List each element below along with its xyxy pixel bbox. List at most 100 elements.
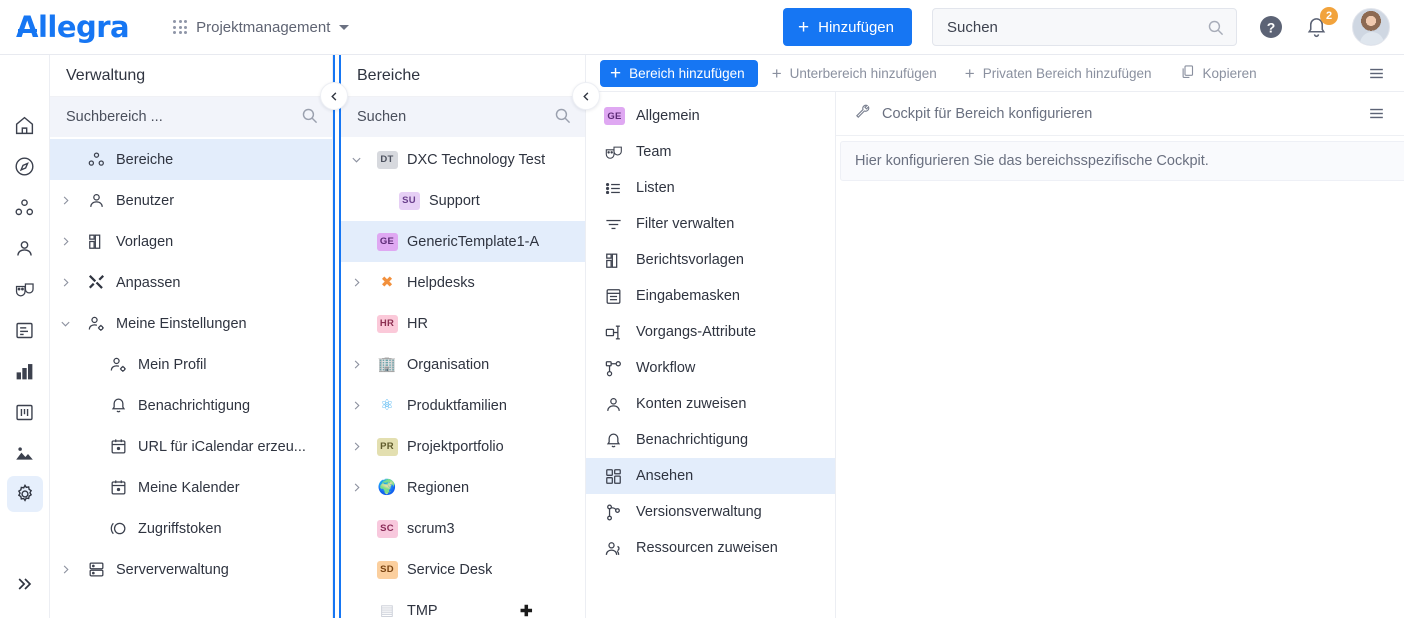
- admin-panel: Verwaltung Suchbereich ... Bereiche Benu…: [50, 55, 333, 618]
- area-emoji-icon: ✖: [371, 275, 403, 290]
- app-switcher[interactable]: Projektmanagement: [173, 19, 349, 36]
- area-item-generictemplate1-a[interactable]: GE GenericTemplate1-A: [341, 221, 585, 262]
- rail-item-home[interactable]: [7, 107, 43, 143]
- admin-search[interactable]: Suchbereich ...: [50, 97, 332, 137]
- chevron-right-icon[interactable]: [50, 195, 80, 206]
- rail-item-board[interactable]: [7, 394, 43, 430]
- admin-tree-item-benachrichtigung[interactable]: Benachrichtigung: [50, 385, 332, 426]
- rail-item-reports[interactable]: [7, 353, 43, 389]
- plus-icon: +: [798, 18, 809, 37]
- area-menu-item-label: Filter verwalten: [636, 216, 734, 232]
- area-menu-item-workflow[interactable]: Workflow: [586, 350, 835, 386]
- admin-tree-item-meine-einstellungen[interactable]: Meine Einstellungen: [50, 303, 332, 344]
- rail-item-users[interactable]: [7, 230, 43, 266]
- copy-button[interactable]: Kopieren: [1166, 60, 1271, 87]
- rail-item-areas[interactable]: [7, 189, 43, 225]
- add-area-button[interactable]: + Bereich hinzufügen: [600, 60, 758, 87]
- chevron-right-icon[interactable]: [50, 277, 80, 288]
- calendar-icon: [102, 437, 134, 456]
- area-item-label: scrum3: [407, 521, 455, 537]
- chevron-right-icon[interactable]: [50, 564, 80, 575]
- chevron-right-icon[interactable]: [341, 359, 371, 370]
- chevron-right-icon[interactable]: [50, 236, 80, 247]
- admin-tree-item-meine-kalender[interactable]: Meine Kalender: [50, 467, 332, 508]
- area-item-service-desk[interactable]: SD Service Desk: [341, 549, 585, 590]
- icon-rail: [0, 55, 50, 618]
- person-icon: [80, 191, 112, 210]
- add-subarea-button[interactable]: + Unterbereich hinzufügen: [758, 60, 951, 87]
- admin-tree-item-vorlagen[interactable]: Vorlagen: [50, 221, 332, 262]
- area-item-hr[interactable]: HR HR: [341, 303, 585, 344]
- area-item-regionen[interactable]: 🌍 Regionen: [341, 467, 585, 508]
- add-private-area-button[interactable]: + Privaten Bereich hinzufügen: [951, 60, 1166, 87]
- add-button[interactable]: + Hinzufügen: [783, 8, 912, 46]
- area-menu-item-filter-verwalten[interactable]: Filter verwalten: [586, 206, 835, 242]
- rail-item-settings[interactable]: [7, 476, 43, 512]
- area-menu-item-berichtsvorlagen[interactable]: Berichtsvorlagen: [586, 242, 835, 278]
- admin-tree-item-anpassen[interactable]: Anpassen: [50, 262, 332, 303]
- area-menu-item-vorgangs-attribute[interactable]: Vorgangs-Attribute: [586, 314, 835, 350]
- rail-expand-button[interactable]: [7, 566, 43, 602]
- admin-tree-item-benutzer[interactable]: Benutzer: [50, 180, 332, 221]
- admin-tree-item-zugriffstoken[interactable]: Zugriffstoken: [50, 508, 332, 549]
- collapse-areas-panel-button[interactable]: [572, 82, 600, 110]
- area-item-tmp[interactable]: ▤ TMP: [341, 590, 585, 618]
- chevron-right-icon[interactable]: [341, 482, 371, 493]
- notifications-button[interactable]: 2: [1305, 16, 1328, 39]
- area-menu-item-eingabemasken[interactable]: Eingabemasken: [586, 278, 835, 314]
- area-item-produktfamilien[interactable]: ⚛ Produktfamilien: [341, 385, 585, 426]
- areas-search[interactable]: Suchen: [341, 97, 585, 137]
- bell-icon: [604, 431, 636, 450]
- help-button[interactable]: ?: [1259, 15, 1283, 39]
- admin-tree: Bereiche Benutzer Vorlagen Anpassen Mein…: [50, 137, 332, 590]
- area-menu-item-allgemein[interactable]: GE Allgemein: [586, 98, 835, 134]
- rail-item-documents[interactable]: [7, 312, 43, 348]
- area-item-helpdesks[interactable]: ✖ Helpdesks: [341, 262, 585, 303]
- admin-tree-item-mein-profil[interactable]: Mein Profil: [50, 344, 332, 385]
- area-menu-item-label: Benachrichtigung: [636, 432, 748, 448]
- search-input[interactable]: [932, 8, 1237, 46]
- collapse-admin-panel-button[interactable]: [320, 82, 348, 110]
- search-icon[interactable]: [554, 107, 571, 128]
- area-menu-item-label: Allgemein: [636, 108, 700, 124]
- admin-tree-item-label: Benutzer: [116, 193, 174, 209]
- area-item-organisation[interactable]: 🏢 Organisation: [341, 344, 585, 385]
- user-gear-icon: [102, 355, 134, 374]
- area-menu-item-listen[interactable]: Listen: [586, 170, 835, 206]
- areas-search-placeholder: Suchen: [357, 109, 554, 125]
- area-menu-item-ressourcen-zuweisen[interactable]: Ressourcen zuweisen: [586, 530, 835, 566]
- tools-icon: [80, 273, 112, 292]
- panel-splitter-1[interactable]: [333, 55, 341, 618]
- avatar[interactable]: [1352, 8, 1390, 46]
- chevron-right-icon[interactable]: [341, 400, 371, 411]
- admin-tree-item-url-f-r-icalendar-erzeu[interactable]: URL für iCalendar erzeu...: [50, 426, 332, 467]
- chevron-right-icon[interactable]: [341, 277, 371, 288]
- filter-icon: [604, 215, 636, 234]
- area-item-label: Regionen: [407, 480, 469, 496]
- content-menu-button[interactable]: [1367, 104, 1386, 123]
- area-item-projektportfolio[interactable]: PR Projektportfolio: [341, 426, 585, 467]
- plus-icon: +: [610, 64, 621, 83]
- toolbar-menu-button[interactable]: [1367, 64, 1386, 83]
- area-menu-item-label: Team: [636, 144, 671, 160]
- rail-item-team[interactable]: [7, 271, 43, 307]
- area-menu-item-ansehen[interactable]: Ansehen: [586, 458, 835, 494]
- area-menu-item-benachrichtigung[interactable]: Benachrichtigung: [586, 422, 835, 458]
- area-item-support[interactable]: SU Support: [341, 180, 585, 221]
- chevron-down-icon[interactable]: [341, 154, 371, 165]
- chevron-down-icon[interactable]: [50, 318, 80, 329]
- area-menu-item-konten-zuweisen[interactable]: Konten zuweisen: [586, 386, 835, 422]
- search-icon[interactable]: [1207, 19, 1224, 41]
- admin-tree-item-serververwaltung[interactable]: Serververwaltung: [50, 549, 332, 590]
- area-item-dxc-technology-test[interactable]: DT DXC Technology Test: [341, 139, 585, 180]
- search-icon[interactable]: [301, 107, 318, 128]
- admin-tree-item-bereiche[interactable]: Bereiche: [50, 139, 332, 180]
- rail-item-gallery[interactable]: [7, 435, 43, 471]
- area-menu-item-team[interactable]: Team: [586, 134, 835, 170]
- area-menu-item-versionsverwaltung[interactable]: Versionsverwaltung: [586, 494, 835, 530]
- area-item-scrum3[interactable]: SC scrum3: [341, 508, 585, 549]
- chevron-right-icon[interactable]: [341, 441, 371, 452]
- area-badge-text: GE: [377, 233, 398, 251]
- rail-item-explore[interactable]: [7, 148, 43, 184]
- allegra-logo[interactable]: Allegra: [16, 10, 129, 44]
